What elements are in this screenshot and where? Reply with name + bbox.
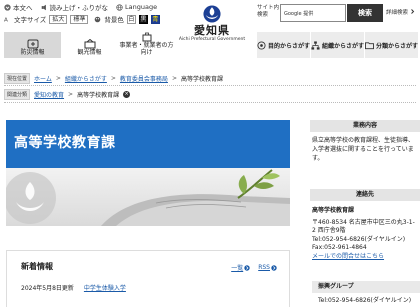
arrow-down-icon [4, 3, 11, 11]
related-category-tag: 関連分類 [4, 88, 31, 100]
page-title: 高等学校教育課 [14, 135, 116, 151]
breadcrumb-current-page: 高等学校教育課 [180, 75, 223, 83]
aichi-emblem-icon [203, 5, 221, 23]
standard-text-button[interactable]: 標準 [70, 14, 89, 24]
breadcrumb-related: 関連分類 愛知の教育 > 高等学校教育課 × [0, 88, 420, 100]
main-nav-right: 目的からさがす 組織からさがす 分類からさがす [257, 30, 419, 58]
site-logo[interactable]: 愛知県 Aichi Prefectural Government [176, 5, 248, 49]
business-heading: 業務内容 [310, 120, 420, 132]
chevron-right-icon [410, 9, 414, 14]
bg-blue-button[interactable]: 青 [150, 14, 160, 24]
group-tel: Tel:052-954-6826(ダイヤルイン) [318, 297, 412, 304]
org-icon [311, 40, 320, 50]
news-item: 2024年5月8日更新 中学生体験入学 [21, 283, 126, 292]
tourism-icon [84, 38, 95, 48]
sidebar-business: 業務内容 県立高等学校の教育課程、生徒指導、入学者選抜に関することを行っています… [310, 120, 420, 163]
hero-illustration [6, 169, 290, 226]
related-aichi-education[interactable]: 愛知の教育 [34, 90, 64, 99]
contact-fax: Fax:052-961-4864 [312, 244, 367, 251]
shield-icon [27, 39, 38, 48]
contact-tel: Tel:052-954-6826(ダイヤルイン) [312, 235, 406, 243]
bg-color-label: 背景色 [104, 16, 124, 24]
nav-by-organization-label: 組織からさがす [321, 42, 364, 50]
target-icon [257, 40, 266, 50]
related-current: 高等学校教育課 [77, 91, 120, 99]
nav-by-organization[interactable]: 組織からさがす [311, 32, 364, 58]
chevron-right-icon [244, 264, 250, 271]
breadcrumb-home[interactable]: ホーム [34, 74, 52, 83]
nav-disaster[interactable]: 防災情報 [4, 32, 61, 58]
nav-business[interactable]: 事業者・就業者の方向け [118, 32, 175, 58]
breadcrumb-separator: > [55, 74, 61, 82]
language-link[interactable]: Language [116, 3, 157, 11]
nav-disaster-label: 防災情報 [20, 48, 45, 56]
page-title-band: 高等学校教育課 [6, 120, 290, 168]
text-size-label: 文字サイズ [14, 16, 47, 24]
palette-icon [95, 16, 101, 22]
speaker-icon [41, 4, 46, 10]
nav-by-category-label: 分類からさがす [375, 42, 418, 50]
current-position-tag: 現在位置 [4, 72, 31, 84]
nav-tourism[interactable]: 観光情報 [61, 32, 118, 58]
globe-icon [116, 3, 123, 11]
news-links: 一覧 RSS [231, 263, 277, 272]
breadcrumb-divider [4, 85, 416, 86]
folder-icon [365, 41, 374, 49]
search-button[interactable]: 検索 [347, 4, 383, 22]
text-size-icon: A [4, 17, 8, 22]
bg-black-button[interactable]: 黒 [138, 14, 148, 24]
close-icon[interactable]: × [123, 90, 131, 98]
contact-address: 〒460-8534 名古屋市中区三の丸3-1-2 西庁舎9階 [312, 218, 415, 235]
breadcrumb-current: 現在位置 ホーム > 組織からさがす > 教育委員会事務局 > 高等学校教育課 [0, 72, 420, 84]
news-section: 新着情報 一覧 RSS 2024年5月8日更新 中学生体験入学 [6, 250, 290, 307]
nav-by-category[interactable]: 分類からさがす [365, 32, 418, 58]
language-label: Language [125, 3, 158, 11]
search-input[interactable]: Google 提供 [280, 4, 346, 22]
nav-by-purpose[interactable]: 目的からさがす [257, 32, 310, 58]
breadcrumb-education-board[interactable]: 教育委員会事務局 [120, 74, 168, 83]
breadcrumb-organization[interactable]: 組織からさがす [65, 74, 107, 83]
nav-by-purpose-label: 目的からさがす [267, 42, 310, 50]
logo-name: 愛知県 [194, 24, 230, 37]
advanced-search-link[interactable]: 詳細検索 [386, 8, 415, 16]
furigana-link[interactable]: 読み上げ・ふりがな [41, 2, 109, 12]
main-nav-left: 防災情報 観光情報 事業者・就業者の方向け [4, 30, 175, 58]
business-text: 県立高等学校の教育課程、生徒指導、入学者選抜に関することを行っています。 [312, 137, 415, 162]
news-link[interactable]: 中学生体験入学 [84, 283, 126, 292]
skip-to-content-link[interactable]: 本文へ [4, 2, 33, 12]
chevron-right-icon [271, 264, 277, 271]
enlarge-text-button[interactable]: 拡大 [49, 14, 68, 24]
advanced-search-label: 詳細検索 [386, 10, 409, 16]
breadcrumb-divider [4, 102, 416, 103]
contact-org: 高等学校教育課 [312, 207, 355, 214]
logo-english: Aichi Prefectural Government [178, 37, 246, 42]
display-controls: A 文字サイズ 拡大 標準 背景色 白 黒 青 [4, 14, 160, 24]
breadcrumb: 現在位置 ホーム > 組織からさがす > 教育委員会事務局 > 高等学校教育課 … [0, 72, 420, 103]
skip-to-content-label: 本文へ [13, 4, 33, 12]
site-search-label: サイト内検索 [257, 5, 280, 18]
hero-image [6, 168, 290, 226]
contact-heading: 連絡先 [310, 189, 420, 201]
svg-text:A: A [4, 17, 8, 22]
breadcrumb-separator: > [68, 90, 74, 98]
nav-tourism-label: 観光情報 [77, 48, 102, 56]
rss-link[interactable]: RSS [258, 263, 277, 272]
bg-white-button[interactable]: 白 [126, 14, 136, 24]
news-date: 2024年5月8日更新 [21, 285, 74, 292]
news-list-label: 一覧 [231, 265, 244, 272]
furigana-label: 読み上げ・ふりがな [49, 4, 109, 12]
news-title: 新着情報 [21, 262, 53, 271]
breadcrumb-separator: > [110, 74, 116, 82]
contact-mail-link[interactable]: メールでの問合せはこちら [312, 253, 384, 260]
utility-links: 本文へ 読み上げ・ふりがな Language [4, 2, 157, 12]
breadcrumb-separator: > [171, 74, 177, 82]
news-list-link[interactable]: 一覧 [231, 263, 250, 272]
contact-info: 高等学校教育課 〒460-8534 名古屋市中区三の丸3-1-2 西庁舎9階 T… [312, 207, 418, 261]
nav-business-label: 事業者・就業者の方向け [119, 42, 174, 56]
business-icon [142, 32, 151, 42]
rss-label: RSS [258, 264, 270, 271]
group-heading: 振興グループ [312, 281, 420, 293]
